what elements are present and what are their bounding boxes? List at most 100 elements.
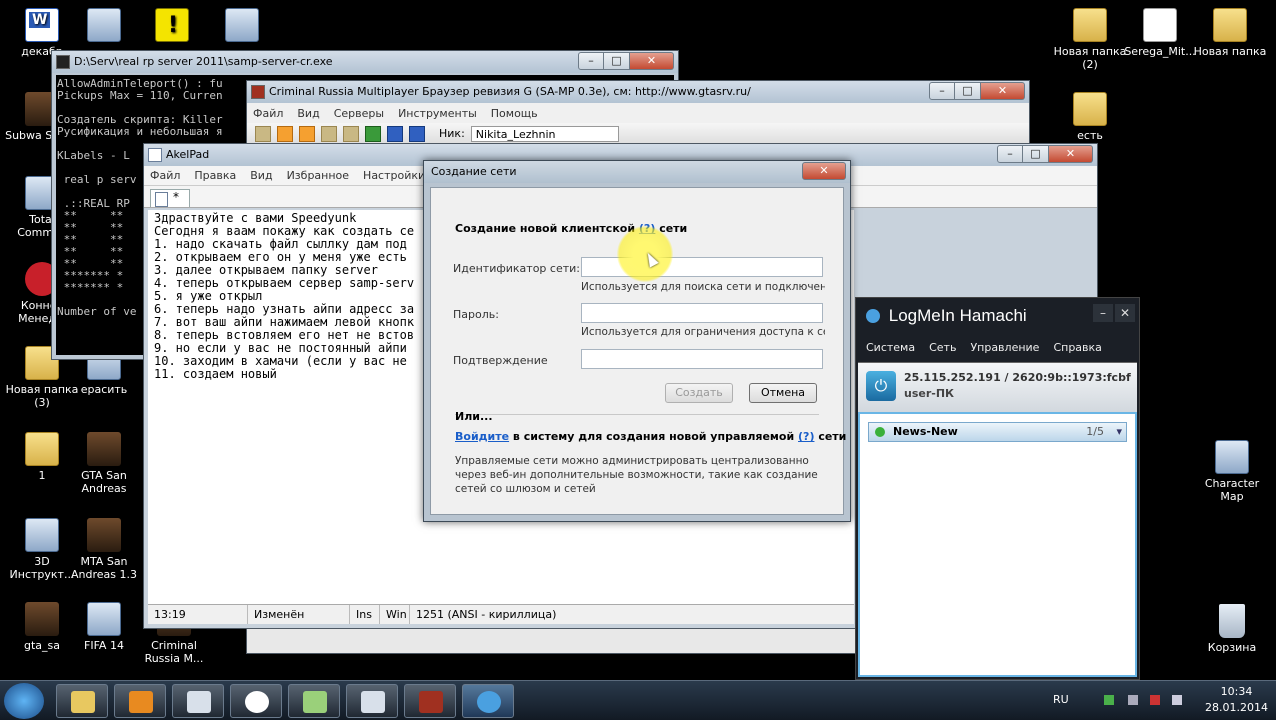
browser-menu-item[interactable]: Файл: [253, 107, 283, 120]
status-position: 13:19: [148, 605, 248, 624]
nick-input[interactable]: Nikita_Lezhnin: [470, 125, 619, 142]
close-button[interactable]: ✕: [802, 162, 846, 180]
close-button[interactable]: ✕: [1049, 145, 1093, 163]
speaker-tray-icon[interactable]: [1172, 695, 1182, 705]
taskbar-samp[interactable]: [404, 684, 456, 718]
taskbar-hamachi[interactable]: [462, 684, 514, 718]
close-button[interactable]: ✕: [630, 52, 674, 70]
console-titlebar[interactable]: D:\Serv\real rp server 2011\samp-server-…: [52, 51, 678, 73]
help-icon[interactable]: [387, 125, 403, 142]
cancel-button[interactable]: Отмена: [749, 383, 817, 403]
desktop-right-icon-3[interactable]: есть: [1052, 92, 1128, 142]
taskbar-yandex[interactable]: [230, 684, 282, 718]
desktop-right-icon-4[interactable]: Character Map: [1194, 440, 1270, 503]
akelpad-menu-item[interactable]: Избранное: [287, 169, 349, 182]
akelpad-menu-item[interactable]: Настройки: [363, 169, 425, 182]
desktop-right-icon-1[interactable]: Serega_Mit...: [1122, 8, 1198, 58]
akelpad-menu-item[interactable]: Правка: [194, 169, 236, 182]
maximize-button[interactable]: □: [604, 52, 630, 70]
desktop-icon-label: MTA San Andreas 1.3: [71, 555, 137, 581]
close-button[interactable]: ✕: [981, 82, 1025, 100]
desktop-icon-label: Criminal Russia M...: [144, 639, 204, 665]
desktop-left-icon-10[interactable]: GTA San Andreas: [66, 432, 142, 495]
word-icon: [25, 8, 59, 42]
browser-menubar: Файл Вид Серверы Инструменты Помощь: [247, 103, 1029, 123]
settings-icon[interactable]: [365, 125, 381, 142]
power-icon[interactable]: ⏻: [866, 371, 896, 401]
taskbar-console[interactable]: [172, 684, 224, 718]
nick-label: Ник:: [439, 127, 465, 140]
browser-menu-item[interactable]: Вид: [297, 107, 319, 120]
desktop-right-icon-0[interactable]: Новая папка (2): [1052, 8, 1128, 71]
taskbar: RU 10:34 28.01.2014: [0, 680, 1276, 720]
volume-tray-icon[interactable]: [1150, 695, 1160, 705]
network-list: News-New 1/5 ▾: [858, 412, 1137, 677]
refresh-icon[interactable]: [321, 125, 337, 142]
close-button[interactable]: ✕: [1115, 304, 1135, 322]
taskbar-window[interactable]: [346, 684, 398, 718]
dialog-titlebar[interactable]: Создание сети ✕: [424, 161, 850, 183]
desktop-right-icon-2[interactable]: Новая папка: [1192, 8, 1268, 58]
desktop-left-icon-2[interactable]: [134, 8, 210, 45]
browser-menu-item[interactable]: Инструменты: [398, 107, 477, 120]
password-hint: Используется для ограничения доступа к с…: [581, 326, 825, 338]
browser-menu-item[interactable]: Помощь: [491, 107, 538, 120]
maximize-button[interactable]: □: [1023, 145, 1049, 163]
maximize-button[interactable]: □: [955, 82, 981, 100]
network-item[interactable]: News-New 1/5 ▾: [868, 422, 1127, 442]
about-icon[interactable]: [409, 125, 425, 142]
create-network-dialog[interactable]: Создание сети ✕ Создание новой клиентско…: [423, 160, 851, 522]
desktop-right-icon-5[interactable]: Корзина: [1194, 604, 1270, 654]
copy-icon[interactable]: [343, 125, 359, 142]
app-icon: [87, 602, 121, 636]
browser-icon: [251, 85, 265, 99]
monitor-tray-icon[interactable]: [1128, 695, 1138, 705]
akelpad-menu-item[interactable]: Файл: [150, 169, 180, 182]
language-indicator[interactable]: RU: [1053, 693, 1069, 706]
minimize-button[interactable]: –: [997, 145, 1023, 163]
clock[interactable]: 10:34 28.01.2014: [1205, 685, 1268, 715]
favorites-icon[interactable]: [277, 125, 293, 142]
game-icon: [87, 518, 121, 552]
hamachi-menu-item[interactable]: Система: [866, 341, 915, 354]
network-tray-icon[interactable]: [1104, 695, 1114, 705]
game-icon: [25, 602, 59, 636]
taskbar-akelpad[interactable]: [288, 684, 340, 718]
hamachi-window[interactable]: LogMeIn Hamachi – ✕ Система Сеть Управлени…: [855, 297, 1140, 680]
managed-help-link[interactable]: (?): [798, 430, 814, 443]
separator: [455, 414, 819, 415]
login-link[interactable]: Войдите: [455, 430, 509, 443]
delete-icon[interactable]: [299, 125, 315, 142]
taskbar-media[interactable]: [114, 684, 166, 718]
managed-note: Управляемые сети можно администрировать …: [455, 455, 818, 495]
hamachi-menu-item[interactable]: Управление: [970, 341, 1039, 354]
hamachi-menu-item[interactable]: Сеть: [929, 341, 956, 354]
chevron-down-icon[interactable]: ▾: [1116, 423, 1122, 441]
samp-app-icon: [419, 691, 443, 713]
minimize-button[interactable]: –: [1093, 304, 1113, 322]
online-status-icon: [875, 427, 885, 437]
create-button[interactable]: Создать: [665, 383, 733, 403]
browser-titlebar[interactable]: Criminal Russia Multiplayer Браузер реви…: [247, 81, 1029, 103]
confirm-input[interactable]: [581, 349, 823, 369]
password-input[interactable]: [581, 303, 823, 323]
minimize-button[interactable]: –: [929, 82, 955, 100]
browser-menu-item[interactable]: Серверы: [334, 107, 384, 120]
desktop-left-icon-14[interactable]: FIFA 14: [66, 602, 142, 652]
taskbar-explorer[interactable]: [56, 684, 108, 718]
akelpad-menu-item[interactable]: Вид: [250, 169, 272, 182]
network-id-hint: Используется для поиска сети и подключен…: [581, 281, 825, 293]
console-title: D:\Serv\real rp server 2011\samp-server-…: [74, 55, 333, 68]
login-suffix: сети: [818, 430, 847, 443]
connect-icon[interactable]: [255, 125, 271, 142]
desktop-left-icon-12[interactable]: MTA San Andreas 1.3: [66, 518, 142, 581]
desktop-left-icon-1[interactable]: [66, 8, 142, 45]
start-button[interactable]: [4, 683, 44, 719]
browser-toolbar: Ник: Nikita_Lezhnin: [247, 123, 1029, 145]
app-icon: [25, 518, 59, 552]
desktop-left-icon-3[interactable]: [204, 8, 280, 45]
minimize-button[interactable]: –: [578, 52, 604, 70]
desktop-icon-label: есть: [1077, 129, 1103, 142]
document-tab[interactable]: [150, 189, 190, 207]
hamachi-menu-item[interactable]: Справка: [1053, 341, 1101, 354]
